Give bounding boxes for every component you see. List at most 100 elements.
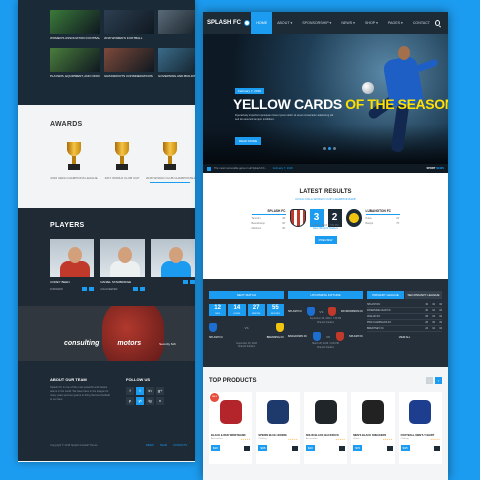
tab-secondary-league[interactable]: SECONDARY LEAGUE (405, 291, 442, 299)
news-tile[interactable]: GRASSROOTS CONSIDERATIONS (104, 48, 154, 78)
social-icon-p[interactable]: p (126, 397, 134, 405)
sale-badge: SALE (210, 393, 219, 402)
cart-icon[interactable] (244, 445, 251, 451)
product-price: $88 (258, 445, 268, 451)
slider-dot[interactable] (323, 147, 326, 150)
about-title: ABOUT OUR TEAM (50, 377, 87, 382)
countdown-unit: HOURS (233, 313, 241, 315)
countdown: 12 DAYS 14 HOURS 27 MINUTES 55 SECONDS (209, 304, 284, 316)
league-table: SPLASH FC 32 04 02 RIVERSIDE CELTICS 30 04 04 AV… (367, 302, 442, 332)
prev-arrow-icon[interactable]: ‹ (426, 377, 433, 384)
next-match-title: NEXT MATCH (209, 291, 284, 299)
home-crest-icon (289, 209, 306, 227)
social-icon-t[interactable]: t (136, 387, 144, 395)
twitter-icon[interactable] (182, 280, 188, 284)
player-card[interactable] (150, 239, 195, 291)
award-item: 2017 WORLD CLUB CUP (98, 142, 146, 183)
twitter-icon[interactable] (132, 287, 138, 291)
social-icon-v[interactable]: v (156, 397, 164, 405)
social-icon-g+[interactable]: g+ (156, 387, 164, 395)
product-card[interactable]: MEN'S BLACK SNEAKERS Shoes ★★★★★ $70 (351, 392, 395, 464)
news-caption[interactable]: WOMEN'S ASSOCIATION FOOTBALL (50, 36, 100, 40)
player-photo[interactable] (50, 239, 95, 277)
news-image[interactable] (50, 10, 100, 34)
product-card[interactable]: SALE BLACK & RED WRISTBAND Accessories ★★★★… (209, 392, 253, 464)
draws: 04 (432, 327, 435, 330)
twitter-icon[interactable] (82, 287, 88, 291)
news-caption[interactable]: PLAYERS, EQUIPMENT, AND OFFICIALS (50, 74, 100, 78)
player-photo[interactable] (150, 239, 195, 277)
ticker-text[interactable]: The most memorable game in all Splash FC… (214, 167, 267, 170)
search-icon[interactable] (434, 20, 440, 26)
social-icon-in[interactable]: in (146, 387, 154, 395)
view-all-link[interactable]: VIEW ALL (367, 336, 442, 339)
product-card[interactable]: SOLID BLACK BACKPACK Accessories ★★★★★ $20 (303, 392, 348, 464)
news-caption[interactable]: GRASSROOTS CONSIDERATIONS (104, 74, 154, 78)
news-tile[interactable]: WOMEN'S ASSOCIATION FOOTBALL (50, 10, 100, 40)
product-card[interactable]: FOOTBALL MEN'S T-SHIRT Clothing ★★★★★ $35 (398, 392, 443, 464)
top-navigation: SPLASH FC HOME ABOUT ▾ SPONSORSHIP ▾ NEWS ▾… (203, 12, 448, 34)
slider-dot-active[interactable] (328, 147, 331, 150)
fixture-away: RAYMONDSON FC (340, 310, 363, 313)
countdown-box: 14 HOURS (228, 304, 246, 316)
fixture-row[interactable]: SPLASH FC VS RAYMONDSON FC (288, 307, 363, 316)
nav-item[interactable]: ABOUT ▾ (272, 12, 297, 34)
social-icon-yt[interactable]: yt (136, 397, 144, 405)
cart-icon[interactable] (291, 445, 298, 451)
cart-icon[interactable] (434, 445, 441, 451)
category-label: Accessories (305, 438, 318, 440)
footer-link[interactable]: CONTACTS (173, 444, 187, 447)
countdown-box: 55 SECONDS (266, 304, 284, 316)
read-more-button[interactable]: READ MORE (235, 137, 261, 145)
table-row[interactable]: BRENTNEY FC 24 04 04 (367, 326, 442, 332)
nav-item[interactable]: PAGES ▾ (383, 12, 408, 34)
news-image[interactable] (104, 48, 154, 72)
news-image[interactable] (158, 10, 195, 34)
trophy-icon (112, 142, 132, 172)
cart-icon[interactable] (386, 445, 393, 451)
news-image[interactable] (158, 48, 195, 72)
social-icon-ig[interactable]: ig (146, 397, 154, 405)
player-photo[interactable] (100, 239, 145, 277)
nav-item[interactable]: HOME (251, 12, 273, 34)
next-arrow-icon[interactable]: › (435, 377, 442, 384)
product-image[interactable] (304, 392, 347, 432)
nav-item[interactable]: NEWS ▾ (336, 12, 360, 34)
news-tile[interactable] (158, 10, 195, 40)
player-card[interactable]: COREY BEEN FORWARD (50, 239, 95, 291)
fixture-row[interactable]: BANGDOWN FC VS SPLASH FC (288, 332, 363, 341)
facebook-icon[interactable] (139, 287, 145, 291)
slider-dot[interactable] (333, 147, 336, 150)
news-tile[interactable]: GOVERNING AND BUILDING METHODS (158, 48, 195, 78)
social-icon-f[interactable]: f (126, 387, 134, 395)
news-image[interactable] (50, 48, 100, 72)
news-tile[interactable]: PLAYERS, EQUIPMENT, AND OFFICIALS (50, 48, 100, 78)
site-logo[interactable]: SPLASH FC (207, 20, 251, 26)
cart-icon[interactable] (339, 445, 346, 451)
scorer-row: Pulse 15' (366, 217, 400, 220)
news-caption[interactable]: GOVERNING AND BUILDING METHODS (158, 74, 195, 78)
facebook-icon[interactable] (189, 280, 195, 284)
nav-item[interactable]: CONTACT (408, 12, 435, 34)
sponsor-logo[interactable]: consulting (64, 340, 99, 347)
product-image[interactable] (256, 392, 299, 432)
product-image[interactable] (351, 392, 394, 432)
news-image[interactable] (104, 10, 154, 34)
draws: 04 (432, 315, 435, 318)
footer: ABOUT OUR TEAM Splash FC is one of the m… (18, 361, 195, 461)
nav-item[interactable]: SPONSORSHIP ▾ (297, 12, 336, 34)
footer-link[interactable]: NEWS (146, 444, 154, 447)
news-tile[interactable]: 2018 WOMEN'S FOOTBALL (104, 10, 154, 40)
sponsor-logo[interactable]: motors (117, 340, 141, 347)
player-card[interactable]: DANIEL STARBRIDGE GOALKEEPER (100, 239, 145, 291)
product-image[interactable]: SALE (209, 392, 252, 432)
product-card[interactable]: SPEDDI BLUE HOODIE Clothing ★★★★★ $88 (256, 392, 300, 464)
news-caption[interactable]: 2018 WOMEN'S FOOTBALL (104, 36, 154, 40)
tab-primary-league[interactable]: PRIMARY LEAGUE (367, 291, 404, 299)
facebook-icon[interactable] (89, 287, 95, 291)
nav-item[interactable]: SHOP ▾ (360, 12, 383, 34)
sponsor-logo[interactable]: Security Sch (159, 342, 176, 346)
footer-link[interactable]: TEAM (160, 444, 167, 447)
product-image[interactable] (399, 392, 442, 432)
preview-button[interactable]: PREVIEW (314, 236, 337, 244)
